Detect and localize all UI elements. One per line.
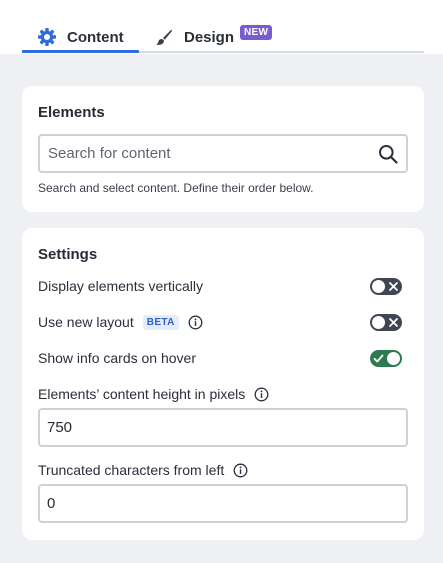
info-cards-label: Show info cards on hover (38, 350, 196, 366)
info-cards-label-text: Show info cards on hover (38, 350, 196, 366)
content-height-label-text: Elements’ content height in pixels (38, 386, 246, 402)
gear-icon (37, 27, 57, 47)
content-height-field (38, 408, 408, 447)
beta-badge: BETA (142, 314, 179, 330)
new-layout-label-text: Use new layout (38, 314, 134, 330)
new-layout-label: Use new layout BETA (38, 314, 203, 330)
search-help-text: Search and select content. Define their … (38, 181, 314, 195)
elements-title: Elements (38, 104, 105, 121)
new-layout-toggle[interactable] (370, 314, 402, 331)
truncated-label-text: Truncated characters from left (38, 462, 225, 478)
search-field (38, 134, 408, 173)
search-icon[interactable] (378, 144, 398, 164)
vertical-label-text: Display elements vertically (38, 278, 203, 294)
content-height-label: Elements’ content height in pixels (38, 386, 269, 402)
info-cards-toggle[interactable] (370, 350, 402, 367)
info-icon[interactable] (254, 387, 269, 402)
elements-card: Elements Search and select content. Defi… (22, 86, 424, 212)
toggle-knob (372, 316, 385, 329)
toggle-knob (387, 352, 400, 365)
tab-content-label: Content (67, 28, 124, 46)
check-icon (373, 354, 384, 363)
settings-title: Settings (38, 246, 98, 263)
settings-card: Settings Display elements vertically Use… (22, 228, 424, 540)
x-icon (389, 318, 398, 327)
active-tab-indicator (22, 50, 139, 53)
tab-design-label: Design (184, 28, 235, 46)
truncated-label: Truncated characters from left (38, 462, 248, 478)
truncated-input[interactable] (40, 486, 406, 521)
tab-content[interactable]: Content (22, 22, 139, 53)
vertical-toggle[interactable] (370, 278, 402, 295)
paintbrush-icon (155, 28, 173, 46)
content-height-input[interactable] (40, 410, 406, 445)
toggle-knob (372, 280, 385, 293)
truncated-field (38, 484, 408, 523)
new-badge: NEW (240, 24, 273, 40)
tab-design[interactable]: Design NEW (155, 22, 273, 52)
search-input[interactable] (40, 136, 370, 171)
tab-bar: Content Design NEW (0, 0, 443, 54)
info-icon[interactable] (233, 463, 248, 478)
x-icon (389, 282, 398, 291)
vertical-label: Display elements vertically (38, 278, 203, 294)
info-icon[interactable] (188, 315, 203, 330)
